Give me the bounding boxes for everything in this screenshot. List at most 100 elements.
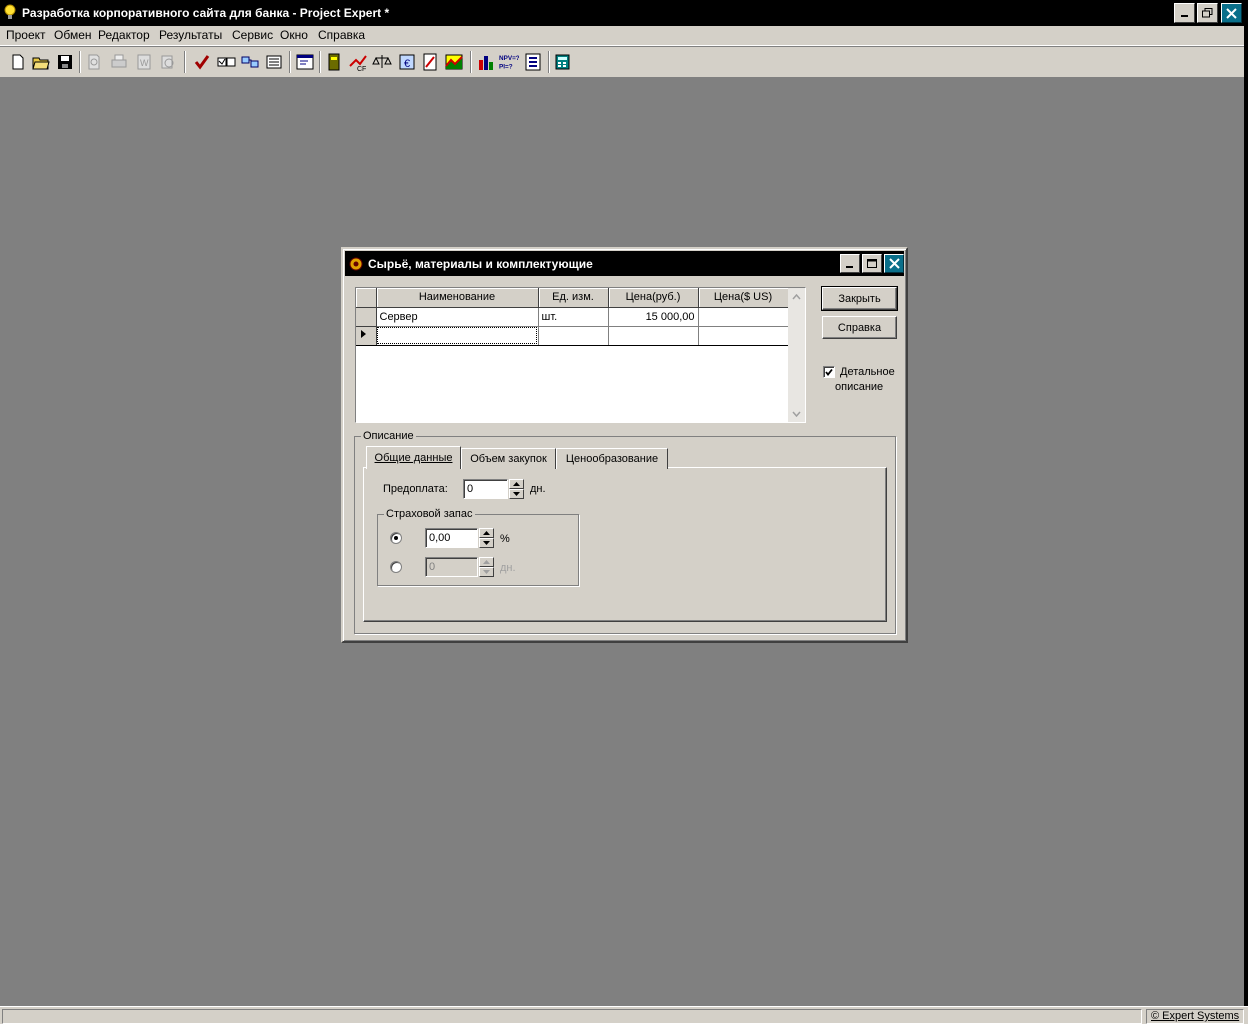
tab-pricing[interactable]: Ценообразование [556, 448, 668, 469]
grid-vertical-scrollbar[interactable] [788, 288, 805, 422]
table-row[interactable]: Сервер шт. 15 000,00 [356, 307, 789, 327]
balance-icon[interactable] [372, 52, 392, 72]
tab-general-data[interactable]: Общие данные [366, 446, 461, 469]
spin-up-icon [483, 560, 490, 564]
row-indicator-header [356, 288, 377, 308]
scroll-down-icon [792, 411, 801, 417]
save-icon[interactable] [55, 52, 75, 72]
calculator-icon[interactable] [553, 52, 573, 72]
close-dialog-button[interactable]: Закрыть [821, 286, 898, 311]
row-indicator-current[interactable] [356, 326, 377, 346]
svg-text:CF: CF [357, 66, 366, 72]
cell-price-usd-new[interactable] [698, 326, 789, 346]
check-icon[interactable] [192, 52, 212, 72]
restore-button[interactable] [1197, 3, 1218, 23]
list-icon[interactable] [264, 52, 284, 72]
restore-icon [1202, 8, 1213, 18]
prepay-input[interactable]: 0 [463, 479, 508, 499]
safety-percent-up-button[interactable] [479, 528, 494, 538]
tab-volume-label: Объем закупок [470, 453, 547, 465]
minimize-button[interactable] [1174, 3, 1195, 23]
cell-name-new[interactable] [376, 326, 539, 346]
safety-days-up-button [479, 557, 494, 567]
close-icon [888, 258, 900, 269]
scroll-up-icon [792, 293, 801, 299]
safety-days-radio[interactable] [390, 561, 402, 573]
status-bar: © Expert Systems [0, 1006, 1248, 1024]
menu-window[interactable]: Окно [278, 28, 310, 42]
svg-text:NPV=?: NPV=? [499, 55, 519, 62]
status-copyright: © Expert Systems [1146, 1009, 1244, 1024]
spin-up-icon [483, 531, 490, 535]
dialog-maximize-button[interactable] [862, 254, 882, 273]
cell-price-rub[interactable]: 15 000,00 [608, 307, 699, 327]
safety-days-unit: дн. [500, 562, 516, 574]
chart-icon[interactable] [444, 52, 464, 72]
dialog-minimize-button[interactable] [840, 254, 860, 273]
safety-days-stepper [479, 557, 494, 577]
safety-percent-down-button[interactable] [479, 538, 494, 548]
column-header-price-rub[interactable]: Цена(руб.) [608, 288, 699, 308]
tab-purchase-volume[interactable]: Объем закупок [461, 448, 556, 469]
scroll-up-button[interactable] [788, 288, 805, 305]
description-group-caption: Описание [361, 430, 416, 442]
column-header-unit[interactable]: Ед. изм. [538, 288, 609, 308]
detail-description-checkbox[interactable] [823, 366, 835, 378]
cell-price-usd[interactable] [698, 307, 789, 327]
cell-price-rub-new[interactable] [608, 326, 699, 346]
safety-percent-radio[interactable] [390, 532, 402, 544]
scroll-down-button[interactable] [788, 405, 805, 422]
dialog-close-button[interactable] [884, 254, 904, 273]
finance-icon[interactable]: € [397, 52, 417, 72]
safety-percent-stepper[interactable] [479, 528, 494, 548]
menu-service[interactable]: Сервис [230, 28, 275, 42]
close-icon [1226, 7, 1237, 19]
prepay-stepper[interactable] [509, 479, 524, 499]
table-row-new[interactable] [356, 326, 789, 346]
prepay-up-button[interactable] [509, 479, 524, 489]
prepay-down-button[interactable] [509, 489, 524, 499]
safety-days-input: 0 [425, 557, 478, 577]
bar-chart-icon[interactable] [476, 52, 496, 72]
report-icon[interactable] [420, 52, 440, 72]
menu-editor[interactable]: Редактор [96, 28, 152, 42]
detail-description-label-2[interactable]: описание [835, 381, 883, 393]
close-dialog-label: Закрыть [838, 292, 881, 305]
menu-exchange[interactable]: Обмен [52, 28, 94, 42]
new-file-icon[interactable] [8, 52, 28, 72]
menu-results[interactable]: Результаты [157, 28, 224, 42]
window-icon[interactable] [295, 52, 315, 72]
table-icon[interactable] [324, 52, 344, 72]
cell-unit-new[interactable] [538, 326, 609, 346]
minimize-icon [1180, 15, 1188, 17]
spin-up-icon [513, 482, 520, 486]
cell-unit[interactable]: шт. [538, 307, 609, 327]
safety-stock-caption: Страховой запас [384, 508, 475, 520]
column-header-price-usd[interactable]: Цена($ US) [698, 288, 789, 308]
safety-percent-input[interactable]: 0,00 [425, 528, 478, 548]
spin-down-icon [483, 541, 490, 545]
dialog-titlebar: Сырьё, материалы и комплектующие [345, 251, 904, 276]
spin-down-icon [513, 492, 520, 496]
column-header-name[interactable]: Наименование [376, 288, 539, 308]
help-button[interactable]: Справка [822, 316, 897, 339]
materials-grid[interactable]: Наименование Ед. изм. Цена(руб.) Цена($ … [355, 287, 806, 423]
svg-text:W: W [140, 58, 149, 68]
help-label: Справка [837, 321, 882, 334]
row-indicator[interactable] [356, 307, 377, 327]
link-icon[interactable] [240, 52, 260, 72]
cell-name[interactable]: Сервер [376, 307, 539, 327]
maximize-icon [866, 258, 877, 268]
safety-percent-unit: % [500, 533, 510, 545]
menu-project[interactable]: Проект [4, 28, 48, 42]
app-titlebar: Разработка корпоративного сайта для банк… [0, 0, 1248, 26]
open-folder-icon[interactable] [31, 52, 51, 72]
status-panel-main [2, 1009, 1142, 1024]
checklist-icon[interactable] [216, 52, 236, 72]
menu-help[interactable]: Справка [316, 28, 367, 42]
npv-pi-icon[interactable]: NPV=?PI=? [499, 52, 519, 72]
detail-description-label-1[interactable]: Детальное [840, 366, 895, 378]
close-button[interactable] [1221, 3, 1242, 23]
cashflow-icon[interactable]: CF [348, 52, 368, 72]
sensitivity-icon[interactable] [523, 52, 543, 72]
